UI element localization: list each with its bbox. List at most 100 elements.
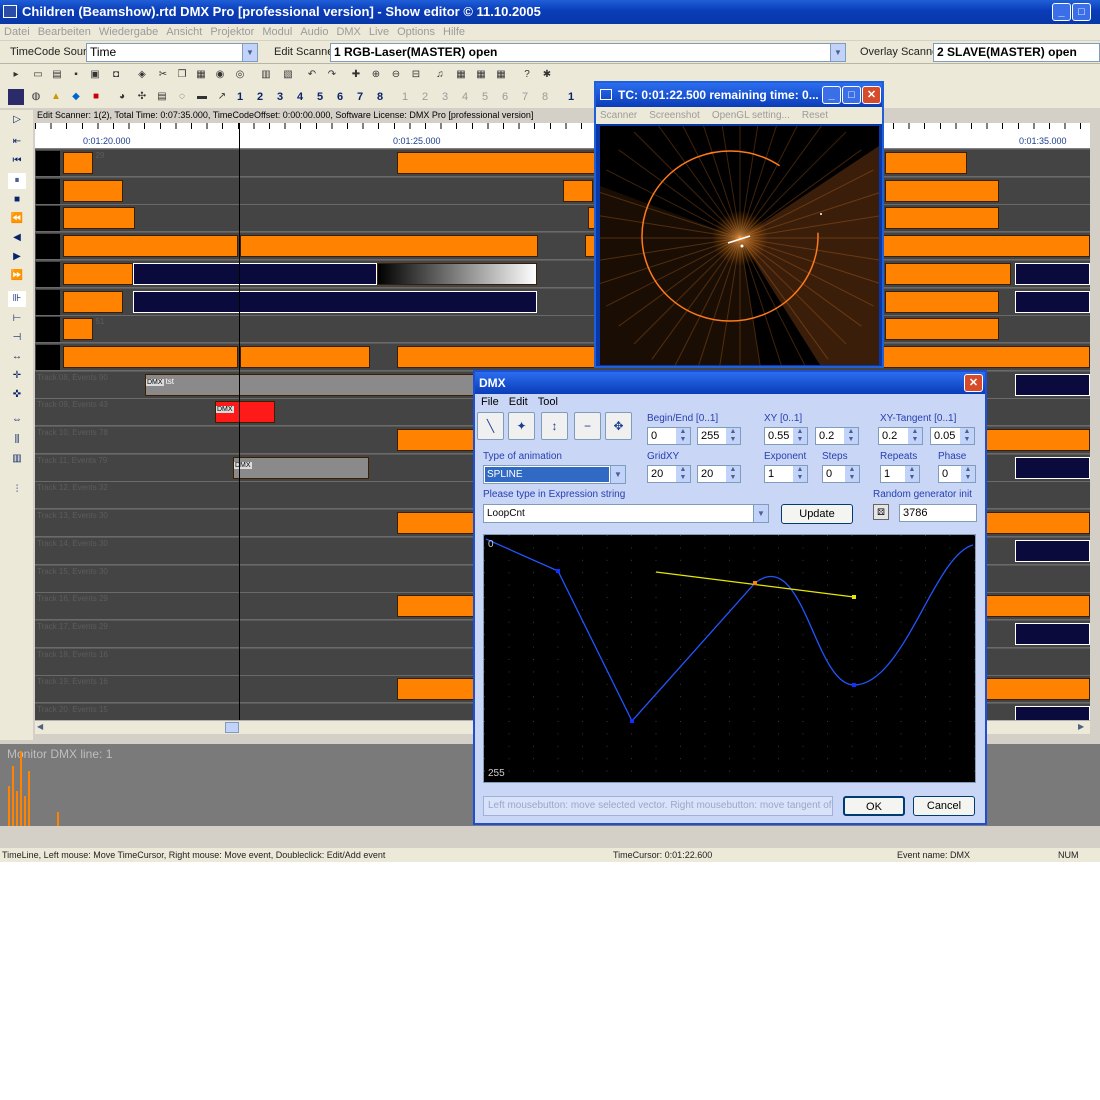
- print-icon[interactable]: ▥: [258, 67, 274, 83]
- spin-arrows-icon[interactable]: ▲ ▼: [676, 466, 690, 482]
- track-event[interactable]: [1015, 262, 1090, 285]
- menu-dmx[interactable]: DMX: [336, 26, 360, 38]
- maximize-button[interactable]: □: [1072, 3, 1091, 21]
- track-event[interactable]: [885, 179, 999, 202]
- overlay-4-button[interactable]: 4: [462, 88, 481, 106]
- curve-tool-icon[interactable]: ╲: [477, 412, 504, 440]
- tc-menu-screenshot[interactable]: Screenshot: [649, 110, 700, 121]
- palette-icon[interactable]: ▤: [154, 89, 170, 105]
- track-event[interactable]: [377, 262, 537, 285]
- dice-icon[interactable]: ⚄: [873, 504, 889, 520]
- overlay-7-button[interactable]: 7: [522, 88, 541, 106]
- scroll-thumb[interactable]: [225, 722, 239, 733]
- spin-arrows-icon[interactable]: ▲ ▼: [960, 428, 974, 444]
- align-right-icon[interactable]: ⊣: [8, 330, 26, 346]
- expression-input[interactable]: LoopCnt ▼: [483, 504, 769, 523]
- track-header[interactable]: [36, 178, 60, 204]
- save-icon[interactable]: ▪: [68, 67, 84, 83]
- target-icon[interactable]: ✣: [134, 89, 150, 105]
- track-row[interactable]: [35, 205, 1090, 233]
- track-header[interactable]: [36, 344, 60, 370]
- align-left-icon[interactable]: ⊢: [8, 311, 26, 327]
- menu-options[interactable]: Options: [397, 26, 435, 38]
- menu-wiedergabe[interactable]: Wiedergabe: [99, 26, 158, 38]
- cgi-icon[interactable]: ◍: [28, 89, 44, 105]
- scanner-5-button[interactable]: 5: [317, 88, 336, 106]
- tools-icon[interactable]: ✱: [539, 67, 555, 83]
- overlay-2-button[interactable]: 2: [422, 88, 441, 106]
- music-icon[interactable]: ♫: [432, 67, 448, 83]
- scanner-4-button[interactable]: 4: [297, 88, 316, 106]
- phase-spinner[interactable]: 0 ▲ ▼: [938, 465, 976, 483]
- snap-icon[interactable]: ⊪: [8, 291, 26, 307]
- track-event[interactable]: [240, 235, 538, 258]
- track-event[interactable]: [63, 207, 135, 230]
- find-icon[interactable]: ◉: [212, 67, 228, 83]
- end-spinner[interactable]: 255 ▲ ▼: [697, 427, 741, 445]
- time-ruler[interactable]: 0:01:20.000 0:01:25.000 0:01:35.000: [35, 123, 1090, 149]
- undo-icon[interactable]: ↶: [304, 67, 320, 83]
- track-header[interactable]: [36, 289, 60, 315]
- spin-arrows-icon[interactable]: ▲ ▼: [793, 428, 807, 444]
- track-event[interactable]: [133, 262, 377, 285]
- track-event[interactable]: [1015, 622, 1090, 645]
- cancel-button[interactable]: Cancel: [913, 796, 975, 816]
- track-row[interactable]: [35, 177, 1090, 205]
- blocks-icon[interactable]: ▥: [8, 451, 26, 467]
- track-row[interactable]: ts 51: [35, 316, 1090, 344]
- rewind-icon[interactable]: ⏪: [8, 211, 26, 227]
- menu-ansicht[interactable]: Ansicht: [166, 26, 202, 38]
- track-event[interactable]: [63, 345, 238, 368]
- overlay-5-button[interactable]: 5: [482, 88, 501, 106]
- add-point-icon[interactable]: ✦: [508, 412, 535, 440]
- print-preview-icon[interactable]: ▧: [280, 67, 296, 83]
- help-icon[interactable]: ?: [519, 67, 535, 83]
- spin-arrows-icon[interactable]: ▲ ▼: [726, 428, 740, 444]
- move-all-icon[interactable]: ✥: [605, 412, 632, 440]
- close-button[interactable]: ✕: [964, 374, 983, 392]
- maximize-button[interactable]: □: [842, 86, 861, 104]
- stretch-icon[interactable]: ↔: [8, 349, 26, 365]
- track-event[interactable]: [1015, 290, 1090, 313]
- find-next-icon[interactable]: ◎: [232, 67, 248, 83]
- stop-icon[interactable]: ■: [8, 192, 26, 208]
- spin-arrows-icon[interactable]: ▲ ▼: [726, 466, 740, 482]
- track-event[interactable]: [63, 318, 93, 341]
- save-as-icon[interactable]: ▣: [87, 67, 103, 83]
- cut-icon[interactable]: ✂: [155, 67, 171, 83]
- dmx-menu-edit[interactable]: Edit: [509, 396, 528, 408]
- spin-arrows-icon[interactable]: ▲ ▼: [961, 466, 975, 482]
- exponent-spinner[interactable]: 1 ▲ ▼: [764, 465, 808, 483]
- track-row[interactable]: [35, 288, 1090, 316]
- track-event[interactable]: [885, 207, 999, 230]
- track-event[interactable]: DMX: [233, 456, 369, 479]
- begin-spinner[interactable]: 0 ▲ ▼: [647, 427, 691, 445]
- yt-spinner[interactable]: 0.05 ▲ ▼: [930, 427, 975, 445]
- lock-icon[interactable]: ◘: [108, 67, 124, 83]
- dmx-menu-tool[interactable]: Tool: [538, 396, 558, 408]
- menu-datei[interactable]: Datei: [4, 26, 30, 38]
- scanner-8-button[interactable]: 8: [377, 88, 396, 106]
- circle-icon[interactable]: ◌: [174, 89, 190, 105]
- scroll-right-icon[interactable]: ▶: [1078, 722, 1084, 731]
- update-button[interactable]: Update: [781, 504, 853, 524]
- track-row[interactable]: [35, 233, 1090, 261]
- random-seed-input[interactable]: 3786: [899, 504, 977, 522]
- menu-projektor[interactable]: Projektor: [210, 26, 254, 38]
- dmx-tool-icon[interactable]: ⫶: [8, 482, 26, 498]
- spin-arrows-icon[interactable]: ▲ ▼: [793, 466, 807, 482]
- delete-point-icon[interactable]: −: [574, 412, 601, 440]
- repeats-spinner[interactable]: 1 ▲ ▼: [880, 465, 920, 483]
- stop-icon[interactable]: ■: [88, 89, 104, 105]
- menu-audio[interactable]: Audio: [300, 26, 328, 38]
- globe-icon[interactable]: ◕: [114, 89, 130, 105]
- overlay-1-button[interactable]: 1: [402, 88, 421, 106]
- film-icon[interactable]: ▬: [194, 89, 210, 105]
- grid3-icon[interactable]: ▦: [493, 67, 509, 83]
- y-spinner[interactable]: 0.2 ▲ ▼: [815, 427, 859, 445]
- track-event[interactable]: [1015, 456, 1090, 479]
- redo-icon[interactable]: ↷: [324, 67, 340, 83]
- forward-icon[interactable]: ▶: [8, 249, 26, 265]
- new-icon[interactable]: ▭: [30, 67, 46, 83]
- track-event[interactable]: [240, 345, 370, 368]
